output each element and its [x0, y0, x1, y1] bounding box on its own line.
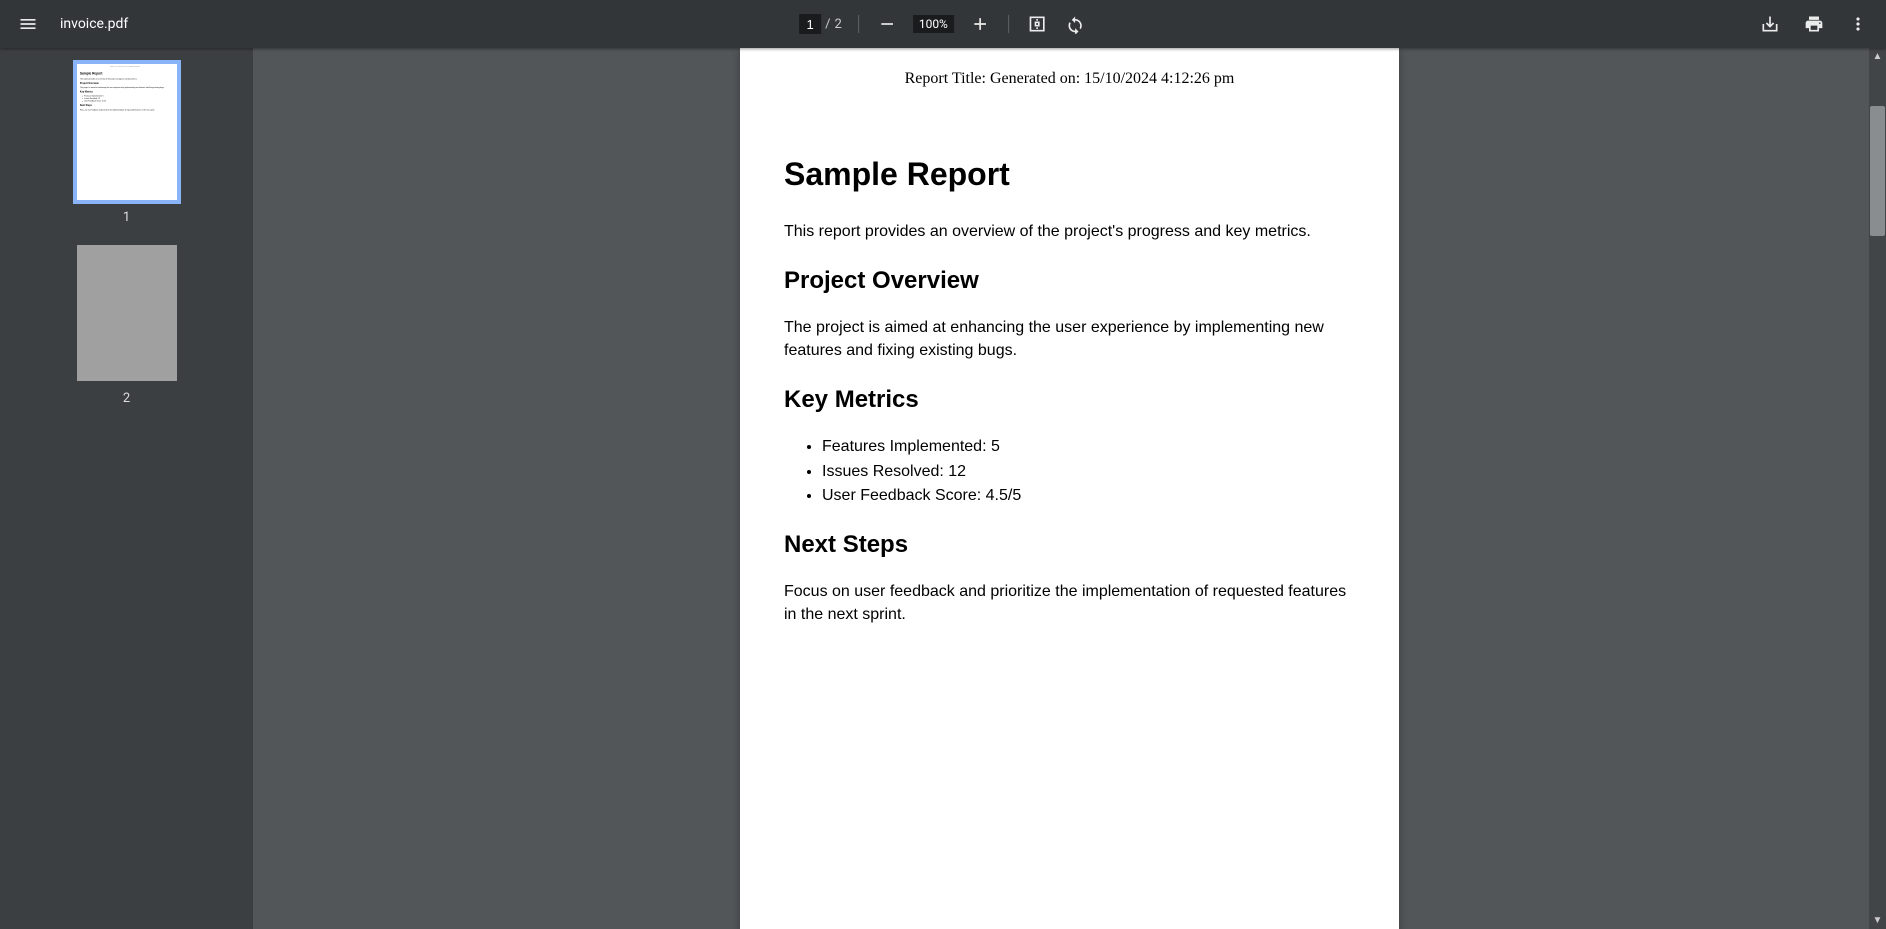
section-heading-metrics: Key Metrics: [784, 386, 1355, 414]
main-area: Report Title: Generated on: 15/10/2024 4…: [0, 48, 1886, 929]
list-item: Issues Resolved: 12: [822, 461, 1355, 483]
page-thumbnail-2[interactable]: [77, 245, 177, 381]
thumbnail-sidebar: Report Title: Generated on: 15/10/2024 4…: [0, 48, 253, 929]
list-item: Features Implemented: 5: [822, 436, 1355, 458]
download-button[interactable]: [1758, 12, 1782, 36]
thumbnail-item: Report Title: Generated on: 15/10/2024 4…: [0, 64, 253, 225]
zoom-level-display[interactable]: 100%: [913, 15, 954, 33]
pdf-page: Report Title: Generated on: 15/10/2024 4…: [740, 48, 1399, 929]
toolbar-center-group: / 2 100%: [799, 12, 1087, 36]
section-body-next: Focus on user feedback and prioritize th…: [784, 581, 1355, 626]
page-indicator: / 2: [799, 14, 842, 34]
vertical-scrollbar[interactable]: ▲ ▼: [1869, 48, 1886, 929]
document-intro: This report provides an overview of the …: [784, 221, 1355, 243]
more-options-button[interactable]: [1846, 12, 1870, 36]
fit-page-button[interactable]: [1025, 12, 1049, 36]
zoom-out-button[interactable]: [875, 12, 899, 36]
thumbnail-item: 2: [0, 245, 253, 406]
page-thumbnail-1[interactable]: Report Title: Generated on: 15/10/2024 4…: [77, 64, 177, 200]
scroll-up-arrow-icon[interactable]: ▲: [1869, 48, 1886, 65]
pdf-toolbar: invoice.pdf / 2 100%: [0, 0, 1886, 48]
list-item: User Feedback Score: 4.5/5: [822, 485, 1355, 507]
toolbar-divider: [1008, 15, 1009, 33]
toolbar-right-group: [1758, 12, 1870, 36]
document-viewport[interactable]: Report Title: Generated on: 15/10/2024 4…: [253, 48, 1886, 929]
toolbar-left-group: invoice.pdf: [16, 12, 128, 36]
section-heading-overview: Project Overview: [784, 267, 1355, 295]
page-number-input[interactable]: [799, 14, 821, 34]
section-heading-next: Next Steps: [784, 531, 1355, 559]
scroll-down-arrow-icon[interactable]: ▼: [1869, 912, 1886, 929]
scrollbar-thumb[interactable]: [1870, 106, 1885, 236]
rotate-button[interactable]: [1063, 12, 1087, 36]
zoom-in-button[interactable]: [968, 12, 992, 36]
toolbar-divider: [858, 15, 859, 33]
section-body-overview: The project is aimed at enhancing the us…: [784, 317, 1355, 362]
menu-icon[interactable]: [16, 12, 40, 36]
document-title: Sample Report: [784, 156, 1355, 193]
page-separator: /: [825, 17, 830, 32]
thumbnail-page-number: 1: [123, 210, 130, 225]
document-header: Report Title: Generated on: 15/10/2024 4…: [784, 70, 1355, 88]
thumbnail-page-number: 2: [123, 391, 130, 406]
print-button[interactable]: [1802, 12, 1826, 36]
metrics-list: Features Implemented: 5 Issues Resolved:…: [784, 436, 1355, 507]
filename-label: invoice.pdf: [60, 16, 128, 32]
page-total: 2: [835, 17, 842, 32]
